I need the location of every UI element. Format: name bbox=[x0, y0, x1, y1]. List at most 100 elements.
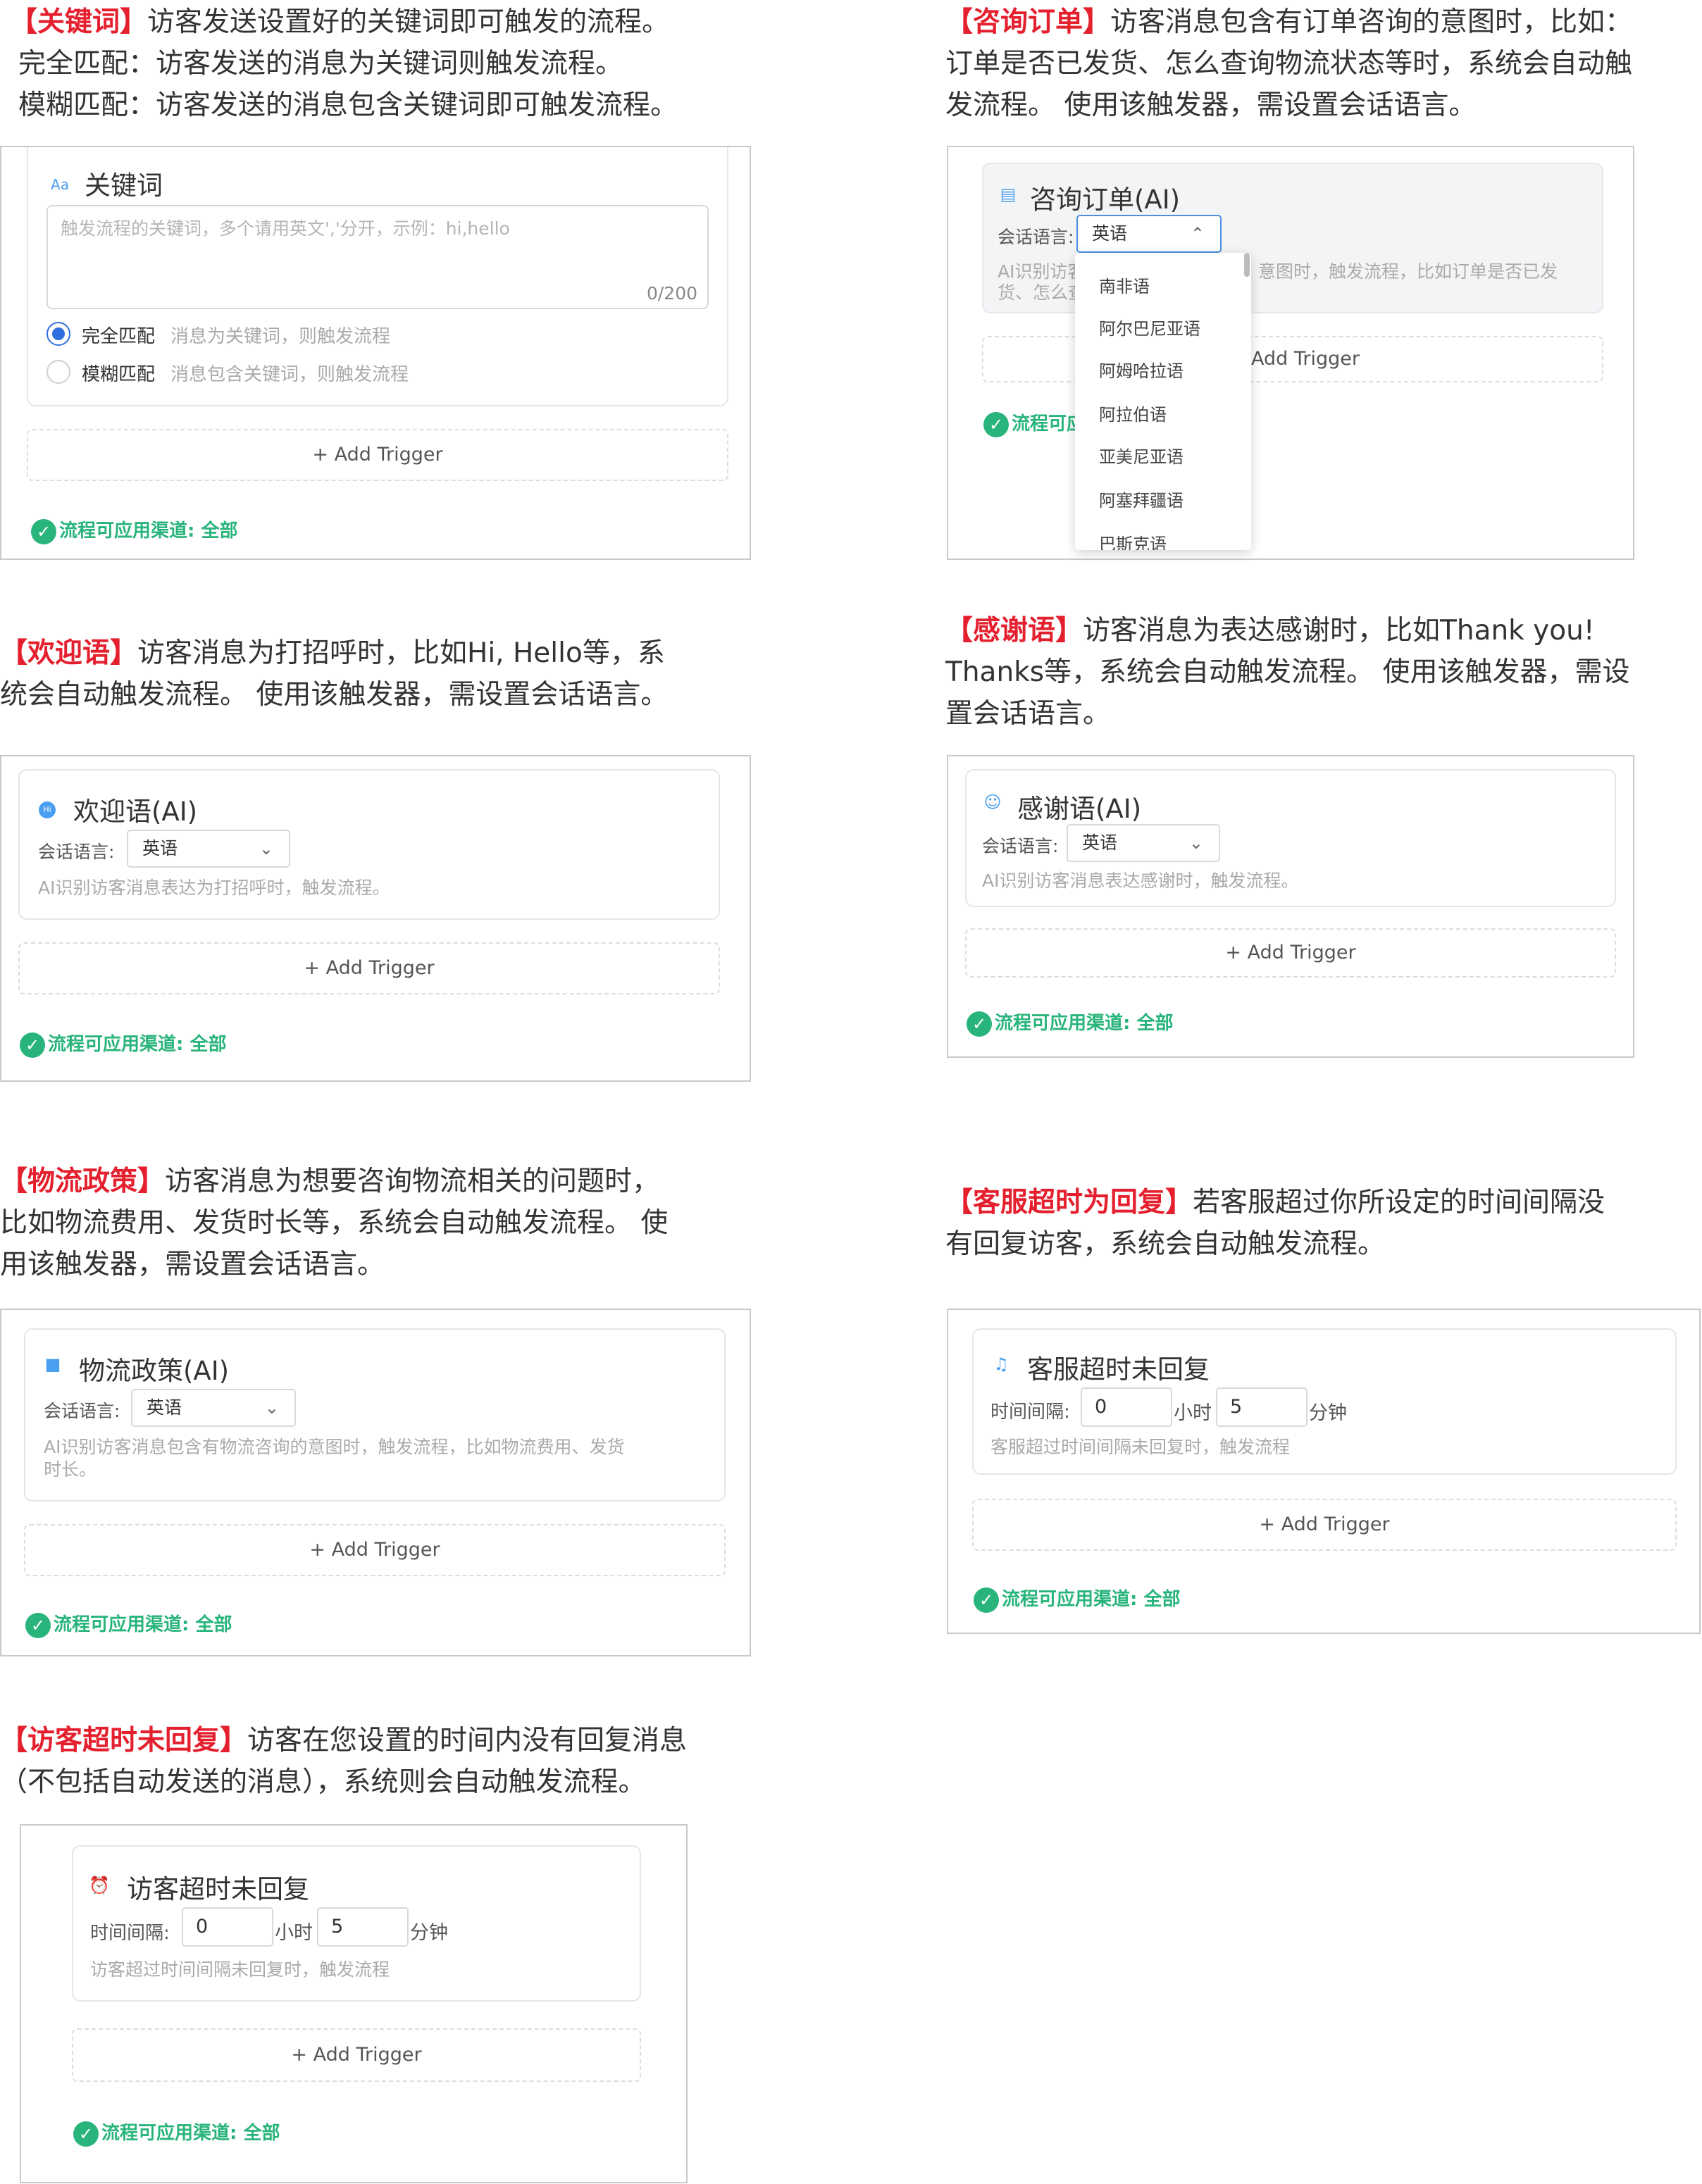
headset-icon: ♫ bbox=[993, 1354, 1009, 1374]
order-hint-line2: 货、怎么查 bbox=[998, 282, 1086, 303]
thanks-card: ☺ 感谢语(AI) 会话语言: 英语 ⌄ AI识别访客消息表达感谢时，触发流程。 bbox=[965, 769, 1616, 907]
visitor-timeout-add-trigger-button[interactable]: + Add Trigger bbox=[72, 2028, 641, 2082]
logistics-add-trigger-button[interactable]: + Add Trigger bbox=[24, 1524, 726, 1576]
agent-timeout-minutes-input[interactable]: 5 bbox=[1216, 1387, 1307, 1427]
thanks-lang-label: 会话语言: bbox=[982, 836, 1059, 856]
welcome-lang-label: 会话语言: bbox=[38, 842, 115, 862]
dropdown-option[interactable]: 阿姆哈拉语 bbox=[1099, 357, 1184, 382]
logistics-screenshot: ■ 物流政策(AI) 会话语言: 英语 ⌄ AI识别访客消息包含有物流咨询的意图… bbox=[0, 1309, 751, 1656]
logistics-language-select[interactable]: 英语 ⌄ bbox=[131, 1389, 296, 1427]
agent-timeout-hint: 客服超过时间间隔未回复时，触发流程 bbox=[990, 1437, 1291, 1457]
chevron-down-icon: ⌄ bbox=[264, 1398, 279, 1418]
order-card-title: 咨询订单(AI) bbox=[1030, 185, 1181, 215]
dropdown-option[interactable]: 阿尔巴尼亚语 bbox=[1099, 315, 1200, 339]
keyword-textarea[interactable]: 触发流程的关键词，多个请用英文','分开，示例：hi,hello 0/200 bbox=[46, 205, 709, 309]
visitor-timeout-card: ⏰ 访客超时未回复 时间间隔: 0 小时 5 分钟 访客超过时间间隔未回复时，触… bbox=[72, 1845, 641, 2002]
order-lang-label: 会话语言: bbox=[998, 227, 1074, 247]
fuzzy-match-radio[interactable] bbox=[46, 360, 70, 384]
check-circle-icon: ✓ bbox=[31, 518, 56, 544]
dropdown-option[interactable]: 巴斯克语 bbox=[1099, 530, 1167, 550]
logistics-lang-label: 会话语言: bbox=[44, 1401, 120, 1421]
chat-bubble-icon: Hi bbox=[37, 796, 58, 818]
chevron-down-icon: ⌄ bbox=[1188, 833, 1203, 853]
check-circle-icon: ✓ bbox=[25, 1612, 51, 1638]
visitor-timeout-card-title: 访客超时未回复 bbox=[127, 1874, 309, 1904]
visitor-timeout-hours-unit: 小时 bbox=[275, 1922, 313, 1944]
keyword-description: 【关键词】访客发送设置好的关键词即可触发的流程。 完全匹配：访客发送的消息为关键… bbox=[10, 6, 678, 121]
visitor-timeout-channel-status: ✓ 流程可应用渠道: 全部 bbox=[73, 2119, 280, 2147]
visitor-timeout-hours-input[interactable]: 0 bbox=[182, 1907, 273, 1947]
chevron-down-icon: ⌄ bbox=[259, 839, 273, 859]
logistics-description: 【物流政策】访客消息为想要咨询物流相关的问题时， 比如物流费用、发货时长等，系统… bbox=[0, 1166, 669, 1280]
keyword-placeholder: 触发流程的关键词，多个请用英文','分开，示例：hi,hello bbox=[61, 218, 510, 239]
welcome-language-select[interactable]: 英语 ⌄ bbox=[127, 830, 290, 868]
thanks-hint: AI识别访客消息表达感谢时，触发流程。 bbox=[982, 871, 1299, 891]
welcome-description: 【欢迎语】访客消息为打招呼时，比如Hi, Hello等，系 统会自动触发流程。 … bbox=[0, 637, 669, 711]
dropdown-scrollbar[interactable] bbox=[1244, 253, 1250, 277]
thanks-add-trigger-button[interactable]: + Add Trigger bbox=[965, 928, 1616, 978]
check-circle-icon: ✓ bbox=[967, 1011, 992, 1037]
welcome-screenshot: Hi 欢迎语(AI) 会话语言: 英语 ⌄ AI识别访客消息表达为打招呼时，触发… bbox=[0, 755, 751, 1082]
check-circle-icon: ✓ bbox=[983, 411, 1009, 437]
keyword-channel-status: ✓ 流程可应用渠道: 全部 bbox=[31, 516, 237, 544]
logistics-card: ■ 物流政策(AI) 会话语言: 英语 ⌄ AI识别访客消息包含有物流咨询的意图… bbox=[24, 1328, 726, 1502]
order-language-select[interactable]: 英语 ⌃ bbox=[1076, 215, 1222, 253]
order-hint-part1: AI识别访客 bbox=[998, 261, 1086, 282]
fuzzy-match-desc: 消息包含关键词，则触发流程 bbox=[170, 364, 409, 385]
keyword-card-title: 关键词 bbox=[85, 170, 163, 201]
dropdown-option[interactable]: 阿拉伯语 bbox=[1099, 401, 1167, 425]
keyword-card: Aa 关键词 触发流程的关键词，多个请用英文','分开，示例：hi,hello … bbox=[27, 147, 728, 406]
logistics-channel-status: ✓ 流程可应用渠道: 全部 bbox=[25, 1610, 232, 1638]
check-circle-icon: ✓ bbox=[974, 1587, 999, 1613]
dropdown-option[interactable]: 亚美尼亚语 bbox=[1099, 443, 1184, 468]
welcome-hint: AI识别访客消息表达为打招呼时，触发流程。 bbox=[38, 878, 390, 898]
smile-icon: ☺ bbox=[983, 792, 1002, 812]
visitor-timeout-desc-title: 【访客超时未回复】 bbox=[0, 1725, 248, 1756]
thanks-card-title: 感谢语(AI) bbox=[1017, 794, 1142, 824]
keyword-add-trigger-button[interactable]: + Add Trigger bbox=[27, 429, 728, 481]
logistics-hint-line2: 时长。 bbox=[44, 1459, 97, 1480]
visitor-timeout-minutes-unit: 分钟 bbox=[410, 1922, 448, 1944]
order-language-dropdown[interactable]: 南非语 阿尔巴尼亚语 阿姆哈拉语 阿拉伯语 亚美尼亚语 阿塞拜疆语 巴斯克语 bbox=[1075, 253, 1251, 550]
visitor-timeout-hint: 访客超过时间间隔未回复时，触发流程 bbox=[90, 1959, 390, 1980]
thanks-desc-title: 【感谢语】 bbox=[945, 615, 1083, 647]
agent-timeout-add-trigger-button[interactable]: + Add Trigger bbox=[972, 1499, 1677, 1551]
order-document-icon: ▤ bbox=[1000, 185, 1017, 204]
order-screenshot: ▤ 咨询订单(AI) 会话语言: 英语 ⌃ AI识别访客 意图时，触发流程，比如… bbox=[947, 146, 1634, 560]
agent-timeout-channel-status: ✓ 流程可应用渠道: 全部 bbox=[974, 1585, 1180, 1613]
dropdown-option[interactable]: 阿塞拜疆语 bbox=[1099, 487, 1184, 511]
visitor-timeout-minutes-input[interactable]: 5 bbox=[317, 1907, 409, 1947]
exact-match-radio[interactable] bbox=[46, 322, 70, 346]
dropdown-option[interactable]: 南非语 bbox=[1099, 273, 1150, 297]
logistics-hint-line1: AI识别访客消息包含有物流咨询的意图时，触发流程，比如物流费用、发货 bbox=[44, 1437, 625, 1457]
welcome-add-trigger-button[interactable]: + Add Trigger bbox=[18, 942, 720, 994]
welcome-card-title: 欢迎语(AI) bbox=[73, 797, 198, 827]
agent-timeout-card-title: 客服超时未回复 bbox=[1027, 1354, 1210, 1385]
thanks-channel-status: ✓ 流程可应用渠道: 全部 bbox=[967, 1009, 1173, 1037]
exact-match-label: 完全匹配 bbox=[82, 326, 156, 347]
exact-match-desc: 消息为关键词，则触发流程 bbox=[170, 326, 391, 347]
logistics-desc-title: 【物流政策】 bbox=[0, 1166, 166, 1197]
fuzzy-match-label: 模糊匹配 bbox=[82, 364, 156, 385]
order-description: 【咨询订单】访客消息包含有订单咨询的意图时，比如： 订单是否已发货、怎么查询物流… bbox=[945, 6, 1633, 121]
keyword-counter: 0/200 bbox=[646, 283, 697, 304]
truck-icon: ■ bbox=[44, 1354, 61, 1374]
visitor-timeout-screenshot: ⏰ 访客超时未回复 时间间隔: 0 小时 5 分钟 访客超过时间间隔未回复时，触… bbox=[20, 1824, 688, 2183]
thanks-screenshot: ☺ 感谢语(AI) 会话语言: 英语 ⌄ AI识别访客消息表达感谢时，触发流程。… bbox=[947, 755, 1634, 1058]
visitor-timeout-interval-label: 时间间隔: bbox=[90, 1923, 170, 1944]
order-desc-title: 【咨询订单】 bbox=[945, 6, 1111, 38]
logistics-card-title: 物流政策(AI) bbox=[79, 1356, 230, 1386]
agent-timeout-card: ♫ 客服超时未回复 时间间隔: 0 小时 5 分钟 客服超过时间间隔未回复时，触… bbox=[972, 1328, 1677, 1475]
alarm-clock-icon: ⏰ bbox=[89, 1876, 110, 1895]
check-circle-icon: ✓ bbox=[20, 1032, 45, 1058]
order-hint-part2: 意图时，触发流程，比如订单是否已发 bbox=[1258, 261, 1558, 282]
agent-timeout-hours-input[interactable]: 0 bbox=[1081, 1387, 1172, 1427]
agent-timeout-description: 【客服超时为回复】若客服超过你所设定的时间间隔没 有回复访客，系统会自动触发流程… bbox=[945, 1187, 1605, 1260]
text-icon: Aa bbox=[51, 176, 69, 193]
chevron-up-icon: ⌃ bbox=[1190, 224, 1205, 244]
thanks-language-select[interactable]: 英语 ⌄ bbox=[1067, 824, 1220, 862]
keyword-screenshot: Aa 关键词 触发流程的关键词，多个请用英文','分开，示例：hi,hello … bbox=[0, 146, 751, 560]
agent-timeout-minutes-unit: 分钟 bbox=[1309, 1402, 1347, 1424]
welcome-channel-status: ✓ 流程可应用渠道: 全部 bbox=[20, 1030, 226, 1058]
keyword-desc-title: 【关键词】 bbox=[10, 6, 148, 38]
